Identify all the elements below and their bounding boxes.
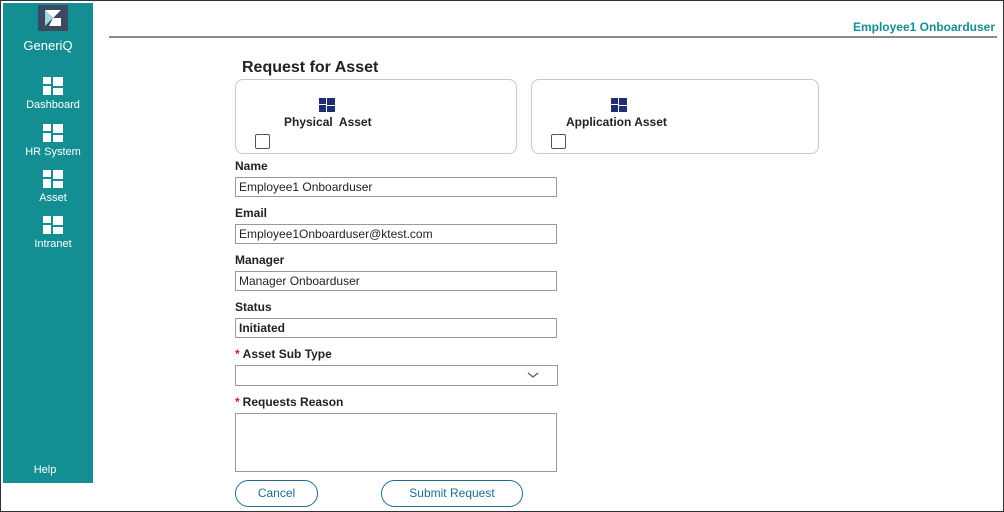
sidebar-item-asset[interactable]: Asset <box>3 170 103 204</box>
required-marker: * <box>235 347 240 361</box>
app-logo <box>38 5 68 31</box>
chevron-down-icon <box>527 372 539 378</box>
cancel-button[interactable]: Cancel <box>235 480 318 507</box>
grid-icon <box>43 170 63 188</box>
asset-sub-type-label-text: Asset Sub Type <box>242 347 332 361</box>
physical-asset-card[interactable]: Physical Asset <box>235 79 517 154</box>
name-field[interactable]: Employee1 Onboarduser <box>235 177 557 197</box>
logo-icon <box>45 10 61 26</box>
sidebar-item-label: Dashboard <box>26 99 80 111</box>
submit-request-button[interactable]: Submit Request <box>381 480 523 507</box>
grid-icon <box>43 77 63 95</box>
sidebar: GeneriQ Dashboard HR System Asset Intran… <box>3 3 93 483</box>
status-label: Status <box>235 300 272 314</box>
asset-sub-type-label: * Asset Sub Type <box>235 347 332 361</box>
physical-asset-label: Physical Asset <box>284 115 372 129</box>
sidebar-item-hr-system[interactable]: HR System <box>3 124 103 158</box>
requests-reason-label: * Requests Reason <box>235 395 343 409</box>
page-title: Request for Asset <box>242 59 379 76</box>
application-asset-label: Application Asset <box>566 115 667 129</box>
required-marker: * <box>235 395 240 409</box>
application-asset-checkbox[interactable] <box>551 134 566 149</box>
app-window: GeneriQ Dashboard HR System Asset Intran… <box>0 0 1004 512</box>
help-link[interactable]: Help <box>3 464 87 476</box>
asset-sub-type-select[interactable] <box>235 365 558 386</box>
requests-reason-textarea[interactable] <box>235 413 557 472</box>
sidebar-item-label: Intranet <box>34 238 72 250</box>
grid-icon <box>43 216 63 234</box>
application-asset-card[interactable]: Application Asset <box>531 79 819 154</box>
physical-asset-checkbox[interactable] <box>255 134 270 149</box>
manager-field[interactable]: Manager Onboarduser <box>235 271 557 291</box>
user-name[interactable]: Employee1 Onboarduser <box>853 20 995 34</box>
grid-icon <box>611 98 627 112</box>
email-field[interactable]: Employee1Onboarduser@ktest.com <box>235 224 557 244</box>
header-divider <box>109 36 997 38</box>
name-label: Name <box>235 159 268 173</box>
sidebar-item-intranet[interactable]: Intranet <box>3 216 103 250</box>
sidebar-item-label: Asset <box>39 192 67 204</box>
email-label: Email <box>235 206 268 220</box>
sidebar-item-label: HR System <box>25 146 81 158</box>
grid-icon <box>43 124 63 142</box>
requests-reason-label-text: Requests Reason <box>242 395 344 409</box>
grid-icon <box>319 98 335 112</box>
app-name: GeneriQ <box>23 38 73 53</box>
manager-label: Manager <box>235 253 285 267</box>
sidebar-item-dashboard[interactable]: Dashboard <box>3 77 103 111</box>
status-field[interactable]: Initiated <box>235 318 557 338</box>
